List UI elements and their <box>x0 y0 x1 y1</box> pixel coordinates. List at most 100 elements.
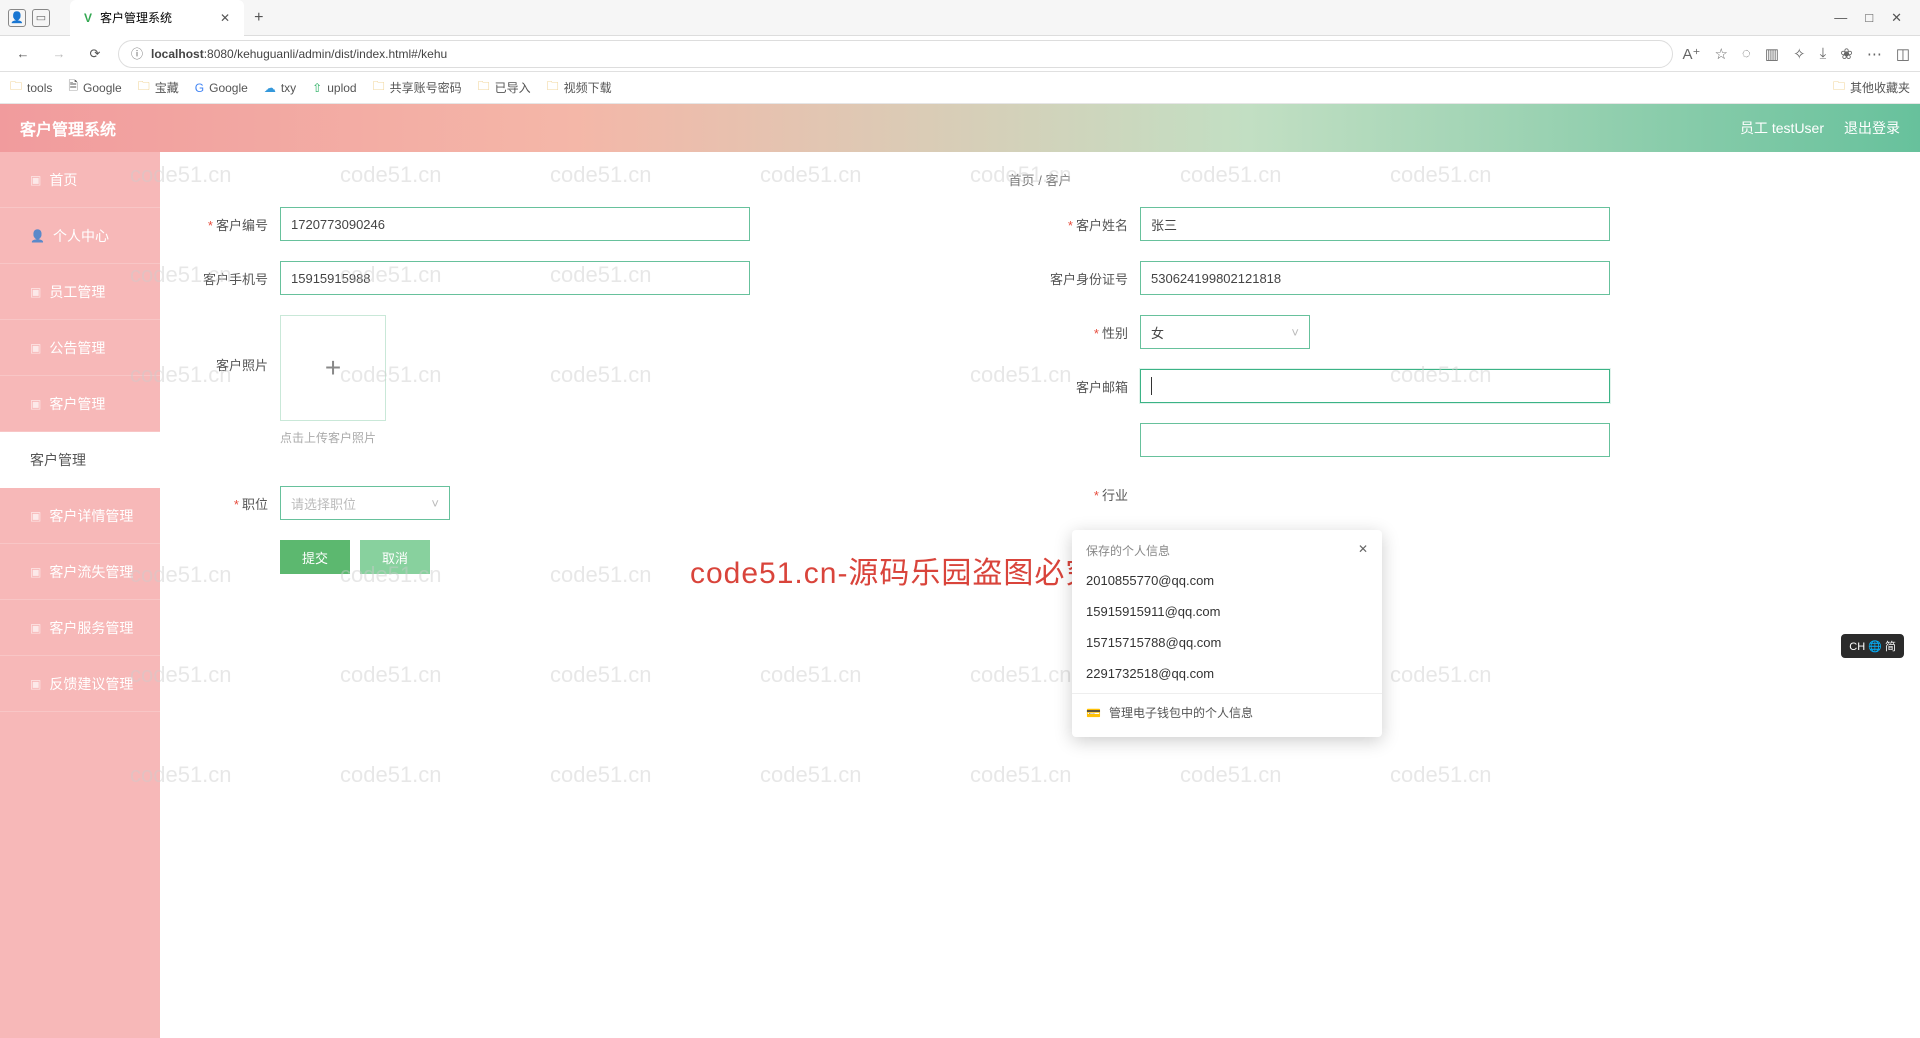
breadcrumb: 首页 / 客户 <box>160 152 1920 207</box>
autocomplete-header: 保存的个人信息 <box>1086 542 1170 559</box>
bookmark-imported[interactable]: 🗀已导入 <box>478 77 531 98</box>
menu-customer-loss[interactable]: ▣客户流失管理 <box>0 544 160 600</box>
autocomplete-manage-link[interactable]: 💳 管理电子钱包中的个人信息 <box>1072 693 1382 731</box>
wallet-icon[interactable]: ❀ <box>1840 45 1853 63</box>
upload-photo-button[interactable]: + <box>280 315 386 421</box>
tab-title: 客户管理系统 <box>100 9 172 26</box>
bookmark-tools[interactable]: 🗀tools <box>10 77 52 98</box>
reset-button[interactable]: 取消 <box>360 540 430 574</box>
autocomplete-close-icon[interactable]: ✕ <box>1358 542 1368 559</box>
home-icon: ▣ <box>30 173 41 187</box>
input-customer-phone[interactable] <box>280 261 750 295</box>
breadcrumb-home[interactable]: 首页 <box>1009 173 1035 188</box>
app-title: 客户管理系统 <box>20 116 116 140</box>
sidebar-icon[interactable]: ◫ <box>1896 45 1910 63</box>
menu-home[interactable]: ▣首页 <box>0 152 160 208</box>
breadcrumb-current: 客户 <box>1045 173 1071 188</box>
page-icon: 🗎 <box>68 77 78 98</box>
sidebar: ▣首页 👤个人中心 ▣员工管理 ▣公告管理 ▣客户管理 客户管理 ▣客户详情管理… <box>0 152 160 1038</box>
sync-icon[interactable]: ◌ <box>1742 45 1751 62</box>
site-info-icon[interactable]: ⓘ <box>131 45 143 62</box>
bookmark-google[interactable]: 🗎Google <box>68 77 121 98</box>
upload-hint: 点击上传客户照片 <box>280 429 750 446</box>
favorite-icon[interactable]: ☆ <box>1714 45 1727 63</box>
logout-link[interactable]: 退出登录 <box>1844 118 1900 138</box>
browser-tab-bar: 👤 ▭ V 客户管理系统 ✕ + — □ ✕ <box>0 0 1920 36</box>
folder-icon: 🗀 <box>547 77 559 98</box>
label-customer-phone: 客户手机号 <box>180 261 280 288</box>
extensions-icon[interactable]: ✧ <box>1793 45 1806 63</box>
window-close-button[interactable]: ✕ <box>1891 10 1902 26</box>
menu-profile[interactable]: 👤个人中心 <box>0 208 160 264</box>
autocomplete-popup: 保存的个人信息 ✕ 2010855770@qq.com 15915915911@… <box>1072 530 1382 737</box>
window-maximize-button[interactable]: □ <box>1865 10 1873 26</box>
autocomplete-item[interactable]: 15715715788@qq.com <box>1072 627 1382 658</box>
select-position[interactable]: 请选择职位˅ <box>280 486 450 520</box>
current-user-label[interactable]: 员工 testUser <box>1740 118 1824 138</box>
input-customer-idcard[interactable] <box>1140 261 1610 295</box>
input-address[interactable] <box>1140 423 1610 457</box>
label-email: 客户邮箱 <box>1040 369 1140 396</box>
ime-badge: CH 🌐 简 <box>1841 634 1904 658</box>
label-position: *职位 <box>180 486 280 513</box>
input-customer-email[interactable] <box>1140 369 1610 403</box>
profile-icon[interactable]: 👤 <box>8 9 26 27</box>
feedback-icon: ▣ <box>30 677 41 691</box>
bookmark-videodl[interactable]: 🗀视频下载 <box>547 77 612 98</box>
window-minimize-button[interactable]: — <box>1834 10 1847 26</box>
app-header: 客户管理系统 员工 testUser 退出登录 <box>0 104 1920 152</box>
browser-tab[interactable]: V 客户管理系统 ✕ <box>70 0 244 36</box>
other-bookmarks[interactable]: 🗀其他收藏夹 <box>1833 77 1910 98</box>
autocomplete-item[interactable]: 2291732518@qq.com <box>1072 658 1382 689</box>
bookmark-txy[interactable]: ☁txy <box>264 81 296 95</box>
menu-staff[interactable]: ▣员工管理 <box>0 264 160 320</box>
forward-button: → <box>46 41 72 67</box>
main-content: 首页 / 客户 *客户编号 客户手机号 客户照片 + 点击上传 <box>160 152 1920 1038</box>
folder-icon: 🗀 <box>478 77 490 98</box>
tab-close-icon[interactable]: ✕ <box>220 11 230 25</box>
autocomplete-item[interactable]: 15915915911@qq.com <box>1072 596 1382 627</box>
label-customer-id: *客户编号 <box>180 207 280 234</box>
input-customer-name[interactable] <box>1140 207 1610 241</box>
loss-icon: ▣ <box>30 565 41 579</box>
label-customer-photo: 客户照片 <box>180 315 280 374</box>
input-customer-id[interactable] <box>280 207 750 241</box>
select-gender[interactable]: 女˅ <box>1140 315 1310 349</box>
wallet-icon: 💳 <box>1086 706 1101 720</box>
browser-address-bar: ← → ⟳ ⓘ localhost:8080/kehuguanli/admin/… <box>0 36 1920 72</box>
cloud-icon: ☁ <box>264 81 276 95</box>
submit-button[interactable]: 提交 <box>280 540 350 574</box>
bookmarks-bar: 🗀tools 🗎Google 🗀宝藏 GGoogle ☁txy ⇧uplod 🗀… <box>0 72 1920 104</box>
reload-button[interactable]: ⟳ <box>82 41 108 67</box>
bookmark-baozang[interactable]: 🗀宝藏 <box>138 77 179 98</box>
bookmark-uplod[interactable]: ⇧uplod <box>312 81 356 95</box>
label-customer-name: *客户姓名 <box>1040 207 1140 234</box>
folder-icon: 🗀 <box>1833 77 1845 98</box>
google-icon: G <box>195 81 204 95</box>
submenu-customer[interactable]: 客户管理 <box>0 432 160 488</box>
downloads-icon[interactable]: ⤓ <box>1820 45 1827 62</box>
folder-icon: 🗀 <box>138 77 150 98</box>
url-input[interactable]: ⓘ localhost:8080/kehuguanli/admin/dist/i… <box>118 40 1673 68</box>
label-gender: *性别 <box>1040 315 1140 342</box>
menu-customer[interactable]: ▣客户管理 <box>0 376 160 432</box>
bookmark-google2[interactable]: GGoogle <box>195 81 248 95</box>
bookmark-shared[interactable]: 🗀共享账号密码 <box>373 77 462 98</box>
chevron-down-icon: ˅ <box>1291 325 1299 340</box>
read-aloud-icon[interactable]: A⁺ <box>1683 45 1701 63</box>
menu-customer-service[interactable]: ▣客户服务管理 <box>0 600 160 656</box>
user-icon: 👤 <box>30 229 45 243</box>
menu-feedback[interactable]: ▣反馈建议管理 <box>0 656 160 712</box>
collections-icon[interactable]: ▥ <box>1765 45 1779 63</box>
menu-customer-detail[interactable]: ▣客户详情管理 <box>0 488 160 544</box>
new-tab-button[interactable]: + <box>254 9 263 27</box>
autocomplete-item[interactable]: 2010855770@qq.com <box>1072 565 1382 596</box>
tabs-overview-icon[interactable]: ▭ <box>32 9 50 27</box>
favicon-icon: V <box>84 11 92 25</box>
back-button[interactable]: ← <box>10 41 36 67</box>
customer-icon: ▣ <box>30 397 41 411</box>
menu-notice[interactable]: ▣公告管理 <box>0 320 160 376</box>
more-icon[interactable]: ⋯ <box>1867 45 1882 63</box>
upload-icon: ⇧ <box>312 81 322 95</box>
service-icon: ▣ <box>30 621 41 635</box>
